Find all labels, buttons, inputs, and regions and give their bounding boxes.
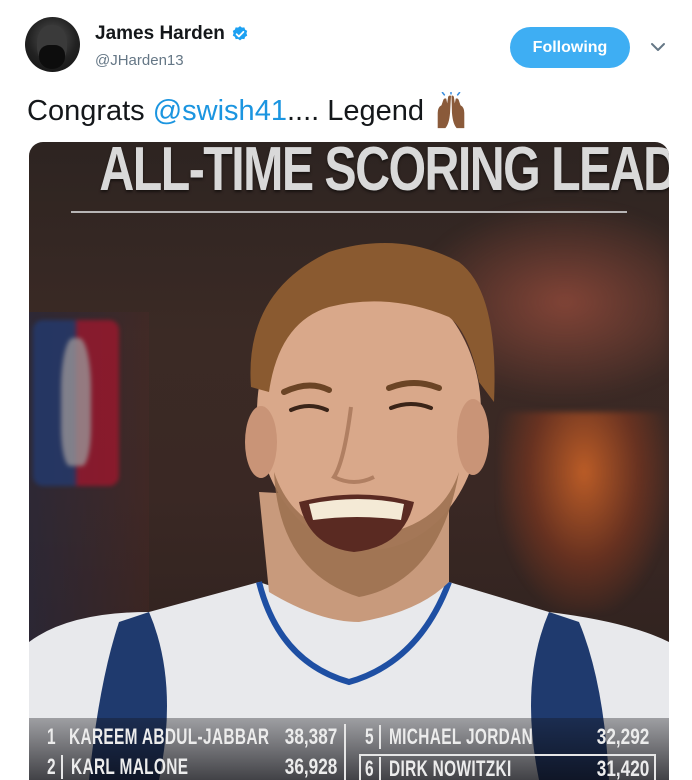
chevron-down-icon[interactable] bbox=[648, 37, 668, 57]
leader-rank: 1 bbox=[47, 724, 56, 749]
leader-points: 36,928 bbox=[284, 754, 337, 779]
graphic-headline: ALL-TIME SCORING LEADERS bbox=[99, 142, 669, 204]
verified-badge-icon bbox=[232, 26, 248, 41]
rank-bar bbox=[61, 755, 64, 779]
leader-row-6: 6 DIRK NOWITZKI 31,420 bbox=[365, 754, 649, 780]
tweet-image[interactable]: ALL-TIME SCORING LEADERS 1 KAREEM ABDUL-… bbox=[29, 142, 669, 780]
leader-name: KAREEM ABDUL-JABBAR bbox=[69, 724, 270, 749]
leader-points: 31,420 bbox=[596, 756, 649, 780]
raised-hands-emoji bbox=[437, 92, 465, 129]
headline-rule bbox=[71, 211, 627, 213]
leader-row-5: 5 MICHAEL JORDAN 32,292 bbox=[365, 722, 649, 752]
avatar-beard bbox=[39, 45, 65, 69]
mention-link[interactable]: @swish41 bbox=[153, 95, 287, 128]
leader-points: 38,387 bbox=[284, 724, 337, 749]
tweet-text-before: Congrats bbox=[27, 94, 153, 127]
avatar[interactable] bbox=[25, 17, 80, 72]
leader-row-1: 1 KAREEM ABDUL-JABBAR 38,387 bbox=[47, 722, 337, 752]
leader-rank: 5 bbox=[365, 724, 374, 749]
author-name-row[interactable]: James Harden bbox=[95, 23, 249, 45]
leader-name: DIRK NOWITZKI bbox=[389, 756, 512, 780]
scoring-leaders-list: 1 KAREEM ABDUL-JABBAR 38,387 2 KARL MALO… bbox=[29, 718, 669, 780]
following-button[interactable]: Following bbox=[510, 27, 630, 68]
leader-row-2: 2 KARL MALONE 36,928 bbox=[47, 752, 337, 780]
author-name[interactable]: James Harden bbox=[95, 23, 225, 45]
leaders-divider bbox=[344, 724, 346, 780]
tweet-text-after: .... Legend bbox=[286, 94, 425, 127]
leader-name: KARL MALONE bbox=[71, 754, 189, 779]
leader-rank: 2 bbox=[47, 754, 56, 779]
player-photo bbox=[29, 243, 669, 780]
rank-bar bbox=[379, 725, 382, 749]
tweet-header: James Harden @JHarden13 Following bbox=[0, 0, 692, 90]
leader-points: 32,292 bbox=[596, 724, 649, 749]
author-handle[interactable]: @JHarden13 bbox=[95, 52, 184, 69]
leader-rank: 6 bbox=[365, 756, 374, 780]
rank-bar bbox=[379, 757, 382, 780]
tweet-text: Congrats @swish41 .... Legend bbox=[27, 92, 470, 130]
leader-name: MICHAEL JORDAN bbox=[389, 724, 534, 749]
